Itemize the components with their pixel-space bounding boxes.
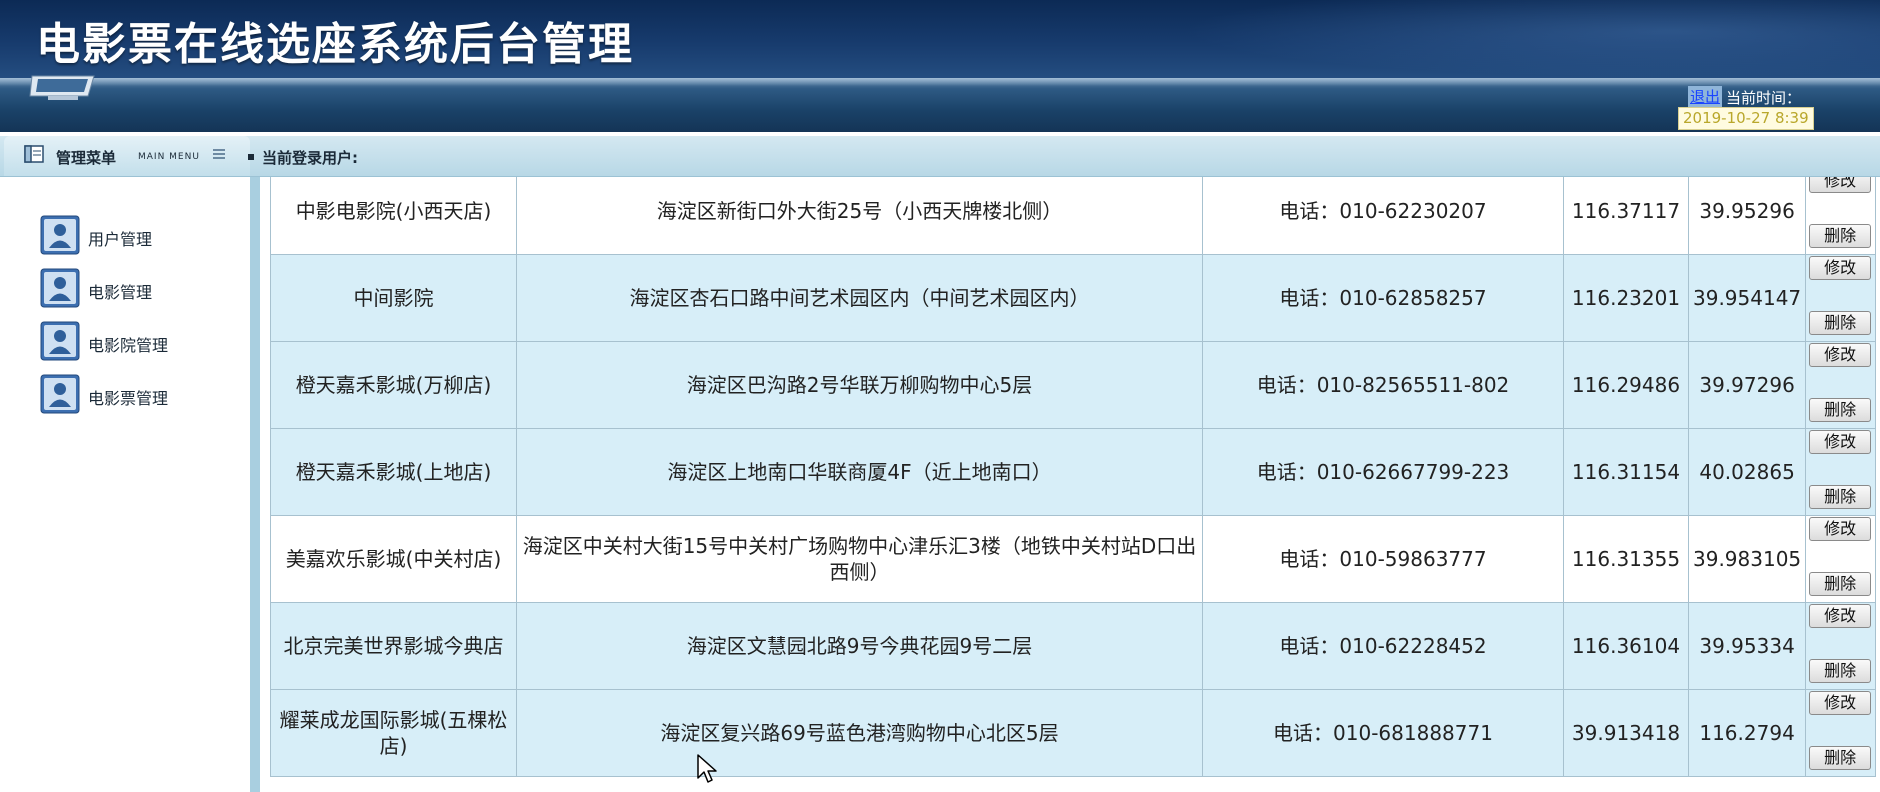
cinema-address-cell: 海淀区杏石口路中间艺术园区内（中间艺术园区内） [516,254,1203,342]
cinema-latitude-cell: 39.95334 [1687,602,1807,690]
cinema-address-cell: 海淀区中关村大街15号中关村广场购物中心津乐汇3楼（地铁中关村站D口出西侧） [516,515,1203,603]
cinema-longitude-cell: 116.36104 [1563,602,1689,690]
page-title: 电影票在线选座系统后台管理 [36,19,634,70]
cinema-name-cell: 橙天嘉禾影城(万柳店) [270,341,517,429]
table-row: 橙天嘉禾影城(上地店) 海淀区上地南口华联商厦4F（近上地南口） 电话：010-… [270,428,1877,516]
row-actions-cell: 修改 删除 [1805,689,1877,777]
row-actions-cell: 修改 删除 [1805,602,1877,690]
row-actions-cell: 修改 删除 [1805,177,1877,255]
cinema-longitude-cell: 39.913418 [1563,689,1689,777]
current-time-label: 当前时间： [1726,89,1802,107]
logout-link[interactable]: 退出 [1688,86,1723,107]
menu-header: 管理菜单 MAIN MENU [4,136,250,176]
cinema-name-cell: 橙天嘉禾影城(上地店) [270,428,517,516]
table-row: 美嘉欢乐影城(中关村店) 海淀区中关村大街15号中关村广场购物中心津乐汇3楼（地… [270,515,1877,603]
user-shield-icon [40,268,80,308]
menu-subtitle: MAIN MENU [138,152,200,162]
cinema-address-cell: 海淀区复兴路69号蓝色港湾购物中心北区5层 [516,689,1203,777]
current-time-value: 2019-10-27 8:39 [1678,107,1814,130]
list-lines-icon[interactable] [212,148,226,162]
menu-window-icon [24,145,44,163]
cinema-latitude-cell: 40.02865 [1687,428,1807,516]
cinema-name-cell: 美嘉欢乐影城(中关村店) [270,515,517,603]
row-actions-cell: 修改 删除 [1805,515,1877,603]
sidebar-item-label: 用户管理 [88,230,153,249]
user-shield-icon [40,215,80,255]
sidebar-item-user-management[interactable]: 用户管理 [40,215,240,255]
cinema-phone-cell: 电话：010-62858257 [1202,254,1564,342]
content-area: 中影电影院(小西天店) 海淀区新街口外大街25号（小西天牌楼北侧） 电话：010… [260,177,1880,792]
cinema-longitude-cell: 116.31355 [1563,515,1689,603]
cinema-name-cell: 中影电影院(小西天店) [270,177,517,255]
cinema-name-cell: 北京完美世界影城今典店 [270,602,517,690]
table-row: 中影电影院(小西天店) 海淀区新街口外大街25号（小西天牌楼北侧） 电话：010… [270,177,1877,255]
bullet-icon [248,154,254,160]
delete-button[interactable]: 删除 [1809,746,1872,770]
cinema-phone-cell: 电话：010-59863777 [1202,515,1564,603]
user-shield-icon [40,321,80,361]
sidebar-item-movie-management[interactable]: 电影管理 [40,268,240,308]
cinema-phone-cell: 电话：010-62228452 [1202,602,1564,690]
subbar-shine [0,78,1880,86]
cinema-longitude-cell: 116.37117 [1563,177,1689,255]
sidebar-item-label: 电影票管理 [88,389,169,408]
cinema-name-cell: 中间影院 [270,254,517,342]
user-shield-icon [40,374,80,414]
sidebar-item-ticket-management[interactable]: 电影票管理 [40,374,240,414]
cinema-longitude-cell: 116.23201 [1563,254,1689,342]
header-subbar [0,78,1880,132]
sidebar-splitter[interactable] [250,177,260,792]
sidebar: 用户管理 电影管理 电影院管理 电影票管理 [0,177,250,792]
cinema-longitude-cell: 116.29486 [1563,341,1689,429]
delete-button[interactable]: 删除 [1809,485,1872,509]
sidebar-item-label: 电影院管理 [88,336,169,355]
mouse-pointer-icon [697,754,717,783]
row-actions-cell: 修改 删除 [1805,341,1877,429]
sidebar-item-label: 电影管理 [88,283,153,302]
cinema-latitude-cell: 116.2794 [1687,689,1807,777]
table-row: 橙天嘉禾影城(万柳店) 海淀区巴沟路2号华联万柳购物中心5层 电话：010-82… [270,341,1877,429]
cinema-table: 中影电影院(小西天店) 海淀区新街口外大街25号（小西天牌楼北侧） 电话：010… [270,177,1877,777]
edit-button[interactable]: 修改 [1809,517,1872,541]
cinema-latitude-cell: 39.954147 [1687,254,1807,342]
cinema-latitude-cell: 39.983105 [1687,515,1807,603]
edit-button[interactable]: 修改 [1809,430,1872,454]
cinema-address-cell: 海淀区新街口外大街25号（小西天牌楼北侧） [516,177,1203,255]
cinema-latitude-cell: 39.97296 [1687,341,1807,429]
cinema-phone-cell: 电话：010-62230207 [1202,177,1564,255]
header-glow [1180,0,1880,78]
delete-button[interactable]: 删除 [1809,398,1872,422]
table-row: 耀莱成龙国际影城(五棵松店) 海淀区复兴路69号蓝色港湾购物中心北区5层 电话：… [270,689,1877,777]
edit-button[interactable]: 修改 [1809,256,1872,280]
cinema-address-cell: 海淀区巴沟路2号华联万柳购物中心5层 [516,341,1203,429]
edit-button[interactable]: 修改 [1809,177,1872,193]
computer-icon [29,75,95,100]
cinema-longitude-cell: 116.31154 [1563,428,1689,516]
cinema-latitude-cell: 39.95296 [1687,177,1807,255]
current-user-label: 当前登录用户: [262,149,358,167]
cinema-address-cell: 海淀区文慧园北路9号今典花园9号二层 [516,602,1203,690]
row-actions-cell: 修改 删除 [1805,428,1877,516]
delete-button[interactable]: 删除 [1809,224,1872,248]
delete-button[interactable]: 删除 [1809,311,1872,335]
edit-button[interactable]: 修改 [1809,691,1872,715]
table-row: 中间影院 海淀区杏石口路中间艺术园区内（中间艺术园区内） 电话：010-6285… [270,254,1877,342]
cinema-phone-cell: 电话：010-82565511-802 [1202,341,1564,429]
cinema-phone-cell: 电话：010-681888771 [1202,689,1564,777]
edit-button[interactable]: 修改 [1809,343,1872,367]
sidebar-item-cinema-management[interactable]: 电影院管理 [40,321,240,361]
cinema-name-cell: 耀莱成龙国际影城(五棵松店) [270,689,517,777]
delete-button[interactable]: 删除 [1809,659,1872,683]
row-actions-cell: 修改 删除 [1805,254,1877,342]
delete-button[interactable]: 删除 [1809,572,1872,596]
edit-button[interactable]: 修改 [1809,604,1872,628]
cinema-address-cell: 海淀区上地南口华联商厦4F（近上地南口） [516,428,1203,516]
cinema-phone-cell: 电话：010-62667799-223 [1202,428,1564,516]
menu-title: 管理菜单 [56,149,117,167]
header-banner: 电影票在线选座系统后台管理 [0,0,1880,78]
table-row: 北京完美世界影城今典店 海淀区文慧园北路9号今典花园9号二层 电话：010-62… [270,602,1877,690]
